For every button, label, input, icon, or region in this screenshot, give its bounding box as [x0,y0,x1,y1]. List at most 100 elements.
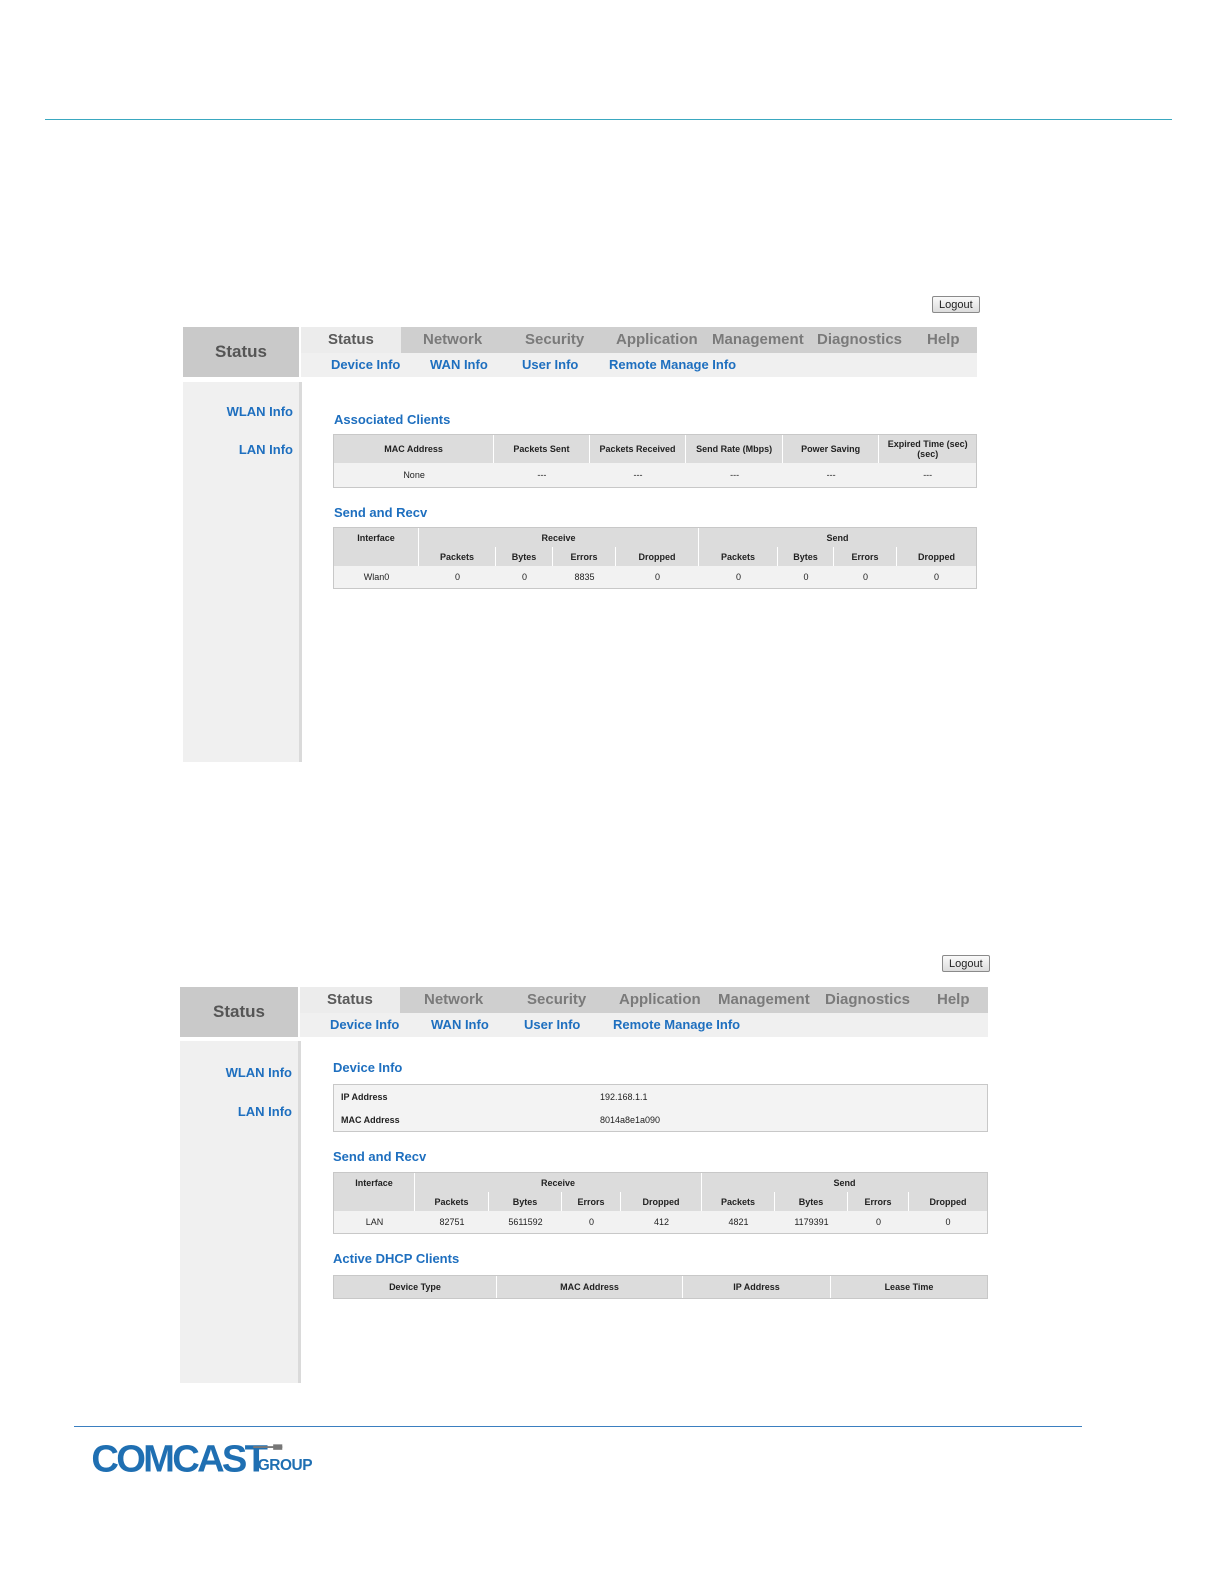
column-header: Receive [415,1173,702,1192]
info-row: IP Address 192.168.1.1 [334,1085,988,1109]
tab-status[interactable]: Status [300,987,400,1013]
table-cell: 8835 [553,566,616,588]
logout-button[interactable]: Logout [932,296,980,313]
tab-application[interactable]: Application [619,987,701,1013]
logout-button[interactable]: Logout [942,955,990,972]
table-cell: 1179391 [775,1211,848,1233]
table-cell: --- [494,463,590,487]
header-line: (sec) [917,449,939,459]
subtab-device-info[interactable]: Device Info [330,1013,399,1037]
send-recv-table: Interface Receive Send Packets Bytes Err… [333,527,977,589]
table-cell: None [334,463,495,487]
column-header: Send [702,1173,987,1192]
lan-info-screen: Logout Status Status Network Security Ap… [180,955,990,1383]
sidebar-item-lan-info[interactable]: LAN Info [238,1104,292,1119]
sidebar-item-wlan-info[interactable]: WLAN Info [227,404,293,419]
send-recv-table: Interface Receive Send Packets Bytes Err… [333,1172,988,1234]
column-header: MAC Address [334,435,495,463]
column-header: Device Type [334,1276,497,1298]
column-header: Lease Time [831,1276,987,1298]
column-header: Send [699,528,976,547]
table-cell: 0 [419,566,496,588]
table-cell: --- [879,463,976,487]
column-header: Errors [562,1192,621,1211]
main-menu: Status Network Security Application Mana… [300,987,988,1013]
column-header: Dropped [909,1192,987,1211]
ip-address-label: IP Address [341,1091,388,1102]
tab-management[interactable]: Management [718,987,810,1013]
sub-menu: Device Info WAN Info User Info Remote Ma… [300,1013,988,1037]
column-header: Errors [848,1192,909,1211]
table-cell: --- [589,463,687,487]
tab-diagnostics[interactable]: Diagnostics [817,327,902,353]
tab-network[interactable]: Network [423,327,482,353]
tab-help[interactable]: Help [937,987,970,1013]
column-header: Bytes [778,547,834,566]
column-header: Dropped [897,547,976,566]
mac-address-value: 8014a8e1a090 [600,1114,661,1125]
column-header: Interface [334,528,419,547]
column-header: Power Saving [782,435,880,463]
sidebar-item-wlan-info[interactable]: WLAN Info [226,1065,292,1080]
subtab-user-info[interactable]: User Info [522,353,578,377]
subtab-wan-info[interactable]: WAN Info [431,1013,489,1037]
top-divider [45,119,1172,120]
section-title-box: Status [180,987,298,1037]
column-header: Bytes [496,547,553,566]
column-header: Dropped [616,547,699,566]
column-header: Interface [334,1173,415,1192]
subtab-device-info[interactable]: Device Info [331,353,400,377]
section-title-box: Status [183,327,299,377]
info-row: MAC Address 8014a8e1a090 [334,1108,988,1132]
table-cell: 0 [778,566,834,588]
table-row: Wlan0 0 0 8835 0 0 0 0 0 [334,566,976,588]
table-cell: 0 [496,566,553,588]
tab-management[interactable]: Management [712,327,804,353]
device-info-title: Device Info [333,1060,403,1075]
subtab-wan-info[interactable]: WAN Info [430,353,488,377]
logo-plug [273,1444,283,1450]
column-header: IP Address [683,1276,831,1298]
associated-clients-table: MAC Address Packets Sent Packets Receive… [333,434,977,488]
tab-network[interactable]: Network [424,987,483,1013]
associated-clients-title: Associated Clients [334,412,451,427]
wlan-info-screen: Logout Status Status Network Security Ap… [183,296,983,762]
dhcp-clients-table: Device Type MAC Address IP Address Lease… [333,1275,988,1299]
logo-group: GROUP [258,1457,312,1474]
column-header: Errors [834,547,897,566]
header-line: Expired Time (sec) [887,439,968,449]
column-header: Packets [702,1192,775,1211]
table-cell: 0 [909,1211,987,1233]
tab-status[interactable]: Status [301,327,401,353]
tab-security[interactable]: Security [527,987,586,1013]
column-header [334,1192,415,1211]
logo-wordmark: COMCAST [91,1438,267,1478]
sidebar-item-lan-info[interactable]: LAN Info [239,442,293,457]
tab-help[interactable]: Help [927,327,960,353]
tab-diagnostics[interactable]: Diagnostics [825,987,910,1013]
main-menu: Status Network Security Application Mana… [301,327,977,353]
table-row: LAN 82751 5611592 0 412 4821 1179391 0 0 [334,1211,987,1233]
column-header: Packets [419,547,496,566]
subtab-remote-manage-info[interactable]: Remote Manage Info [613,1013,740,1037]
send-recv-title: Send and Recv [333,1149,427,1164]
header: Status Status Network Security Applicati… [180,987,988,1039]
table-row: None --- --- --- --- --- [334,463,976,487]
table-cell: --- [782,463,880,487]
tab-application[interactable]: Application [616,327,698,353]
comcast-group-logo: COMCAST GROUP [91,1438,312,1478]
table-cell: LAN [334,1211,415,1233]
header: Status Status Network Security Applicati… [183,327,977,379]
table-cell: 82751 [415,1211,489,1233]
table-cell: 0 [562,1211,621,1233]
column-header: Packets [415,1192,489,1211]
column-header: Receive [419,528,699,547]
column-header [334,547,419,566]
table-cell: 5611592 [489,1211,562,1233]
active-dhcp-clients-title: Active DHCP Clients [333,1251,460,1266]
subtab-remote-manage-info[interactable]: Remote Manage Info [609,353,736,377]
tab-security[interactable]: Security [525,327,584,353]
subtab-user-info[interactable]: User Info [524,1013,580,1037]
mac-address-label: MAC Address [341,1114,400,1125]
column-header: Bytes [489,1192,562,1211]
